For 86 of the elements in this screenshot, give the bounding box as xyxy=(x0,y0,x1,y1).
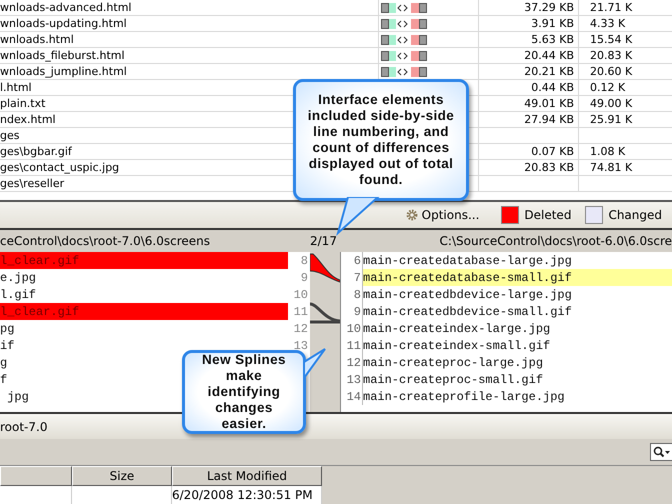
left-path: ceControl\docs\root-7.0\6.0screens xyxy=(0,234,211,248)
file-size: 49.00 K xyxy=(590,97,632,110)
compare-status-icon xyxy=(381,66,427,76)
code-line: jpg xyxy=(6,390,29,404)
table-cell: 6/20/2008 12:30:51 PM xyxy=(172,488,313,502)
code-line: main-createdbdevice-large.jpg xyxy=(363,288,572,302)
line-number: 11 xyxy=(346,338,361,352)
file-name: ges xyxy=(0,129,20,142)
line-number: 14 xyxy=(346,390,361,404)
line-number: 6 xyxy=(354,254,361,268)
panel-title: root-7.0 xyxy=(0,420,48,434)
compare-status-icon xyxy=(381,2,427,12)
line-number: 8 xyxy=(300,254,308,268)
code-line: e.jpg xyxy=(0,270,36,284)
code-line: l_clear.gif xyxy=(0,304,80,318)
legend-label: Deleted xyxy=(524,208,572,222)
file-name: wnloads.html xyxy=(0,33,74,46)
file-size: 20.83 KB xyxy=(524,161,574,174)
line-number: 12 xyxy=(346,356,361,370)
file-size: 25.91 K xyxy=(590,113,632,126)
line-number: 9 xyxy=(300,270,308,284)
code-line: main-createdatabase-small.gif xyxy=(363,270,572,284)
line-number: 12 xyxy=(294,322,308,336)
compare-status-icon xyxy=(381,34,427,44)
line-number: 10 xyxy=(346,322,361,336)
file-size: 20.44 KB xyxy=(524,49,574,62)
file-size: 15.54 K xyxy=(590,33,632,46)
file-size: 1.08 K xyxy=(590,145,626,158)
file-size: 27.94 KB xyxy=(524,113,574,126)
file-name: wnloads_jumpline.html xyxy=(0,65,127,78)
code-line: if xyxy=(0,338,14,352)
file-size: 20.60 K xyxy=(590,65,632,78)
file-size: 3.91 KB xyxy=(531,17,574,30)
file-size: 0.07 KB xyxy=(531,145,574,158)
search-icon xyxy=(653,446,671,458)
code-line: main-createindex-small.gif xyxy=(363,338,550,352)
file-name: ges\reseller xyxy=(0,177,64,190)
file-size: 20.21 KB xyxy=(524,65,574,78)
line-number: 11 xyxy=(294,304,308,318)
code-line: g xyxy=(0,356,8,370)
options-button[interactable]: Options... xyxy=(402,206,484,224)
line-number: 13 xyxy=(294,338,308,352)
line-number: 10 xyxy=(294,288,308,302)
difference-counter: 2/17 xyxy=(310,234,338,248)
callout-text: Interface elements included side-by-side line numbering, and count of differences displayed out of total found. xyxy=(306,92,456,188)
file-size: 5.63 KB xyxy=(531,33,574,46)
file-size: 20.83 K xyxy=(590,49,632,62)
line-number: 9 xyxy=(354,304,361,318)
legend-label: Changed xyxy=(608,208,662,222)
file-name: plain.txt xyxy=(0,97,46,110)
column-header[interactable]: Size xyxy=(72,466,172,486)
code-line: main-createindex-large.jpg xyxy=(363,322,550,336)
code-line: l_clear.gif xyxy=(0,254,80,268)
code-line: pg xyxy=(0,322,14,336)
search-dropdown-button[interactable] xyxy=(650,443,672,461)
gear-icon xyxy=(406,209,418,221)
compare-status-icon xyxy=(381,18,427,28)
file-size: 21.71 K xyxy=(590,1,632,14)
file-size: 0.12 K xyxy=(590,81,626,94)
compare-status-icon xyxy=(381,50,427,60)
file-name: ges\contact_uspic.jpg xyxy=(0,161,120,174)
code-line: main-createdbdevice-small.gif xyxy=(363,304,572,318)
file-name: ndex.html xyxy=(0,113,56,126)
file-name: wnloads-updating.html xyxy=(0,17,127,30)
line-number: 8 xyxy=(354,288,361,302)
file-size: 0.44 KB xyxy=(531,81,574,94)
code-line: main-createprofile-large.jpg xyxy=(363,390,565,404)
callout-text: New Splines make identifying changes easier. xyxy=(201,352,287,432)
file-name: l.html xyxy=(0,81,32,94)
file-size: 37.29 KB xyxy=(524,1,574,14)
file-name: wnloads_fileburst.html xyxy=(0,49,125,62)
column-header[interactable] xyxy=(0,466,72,486)
file-size: 74.81 K xyxy=(590,161,632,174)
code-line: main-createproc-large.jpg xyxy=(363,356,544,370)
code-line: l.gif xyxy=(0,288,36,302)
file-size: 4.33 K xyxy=(590,17,626,30)
file-size: 49.01 KB xyxy=(524,97,574,110)
file-name: wnloads-advanced.html xyxy=(0,1,132,14)
file-name: ges\bgbar.gif xyxy=(0,145,72,158)
code-line: main-createdatabase-large.jpg xyxy=(363,254,572,268)
column-header[interactable]: Last Modified xyxy=(172,466,322,486)
code-line: f xyxy=(0,372,8,386)
code-line: main-createproc-small.gif xyxy=(363,372,544,386)
line-number: 13 xyxy=(346,372,361,386)
line-number: 7 xyxy=(354,270,361,284)
right-path: C:\SourceControl\docs\root-6.0\6.0scre xyxy=(438,234,672,248)
